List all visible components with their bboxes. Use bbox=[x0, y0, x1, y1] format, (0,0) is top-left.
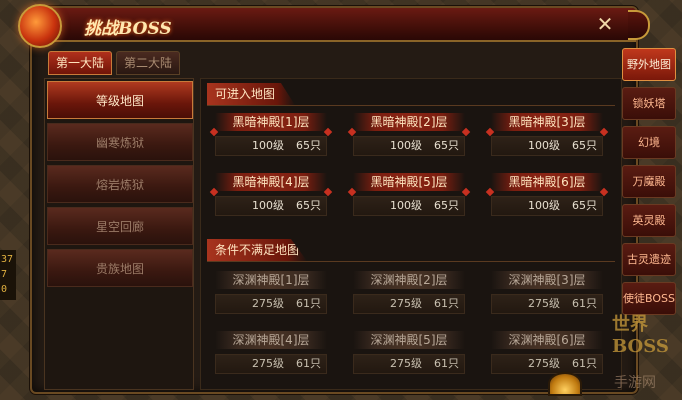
map-name: 深渊神殿[1]层 bbox=[215, 271, 327, 289]
map-name: 黑暗神殿[2]层 bbox=[353, 113, 465, 131]
map-name: 黑暗神殿[1]层 bbox=[215, 113, 327, 131]
map-card[interactable]: 深渊神殿[4]层 275级 61只 bbox=[207, 329, 335, 379]
map-name: 黑暗神殿[3]层 bbox=[491, 113, 603, 131]
map-boss-count: 65只 bbox=[296, 139, 321, 152]
gem-icon bbox=[461, 187, 471, 197]
nav-item-illusion[interactable]: 幻境 bbox=[622, 126, 676, 159]
map-boss-count: 61只 bbox=[572, 357, 597, 370]
map-stats: 100级 65只 bbox=[215, 136, 327, 156]
map-name: 黑暗神殿[6]层 bbox=[491, 173, 603, 191]
hud-number: 7 bbox=[1, 269, 8, 280]
map-level: 100级 bbox=[252, 199, 284, 212]
map-name: 深渊神殿[2]层 bbox=[353, 271, 465, 289]
map-level: 100级 bbox=[390, 199, 422, 212]
map-card[interactable]: 黑暗神殿[4]层 100级 65只 bbox=[207, 171, 335, 221]
map-level: 275级 bbox=[252, 357, 284, 370]
nav-item-demon-hall[interactable]: 万魔殿 bbox=[622, 165, 676, 198]
map-level: 275级 bbox=[252, 297, 284, 310]
section-divider bbox=[207, 261, 615, 262]
close-button[interactable]: ✕ bbox=[592, 13, 618, 37]
map-stats: 275级 61只 bbox=[215, 294, 327, 314]
map-name: 深渊神殿[4]层 bbox=[215, 331, 327, 349]
map-level: 275级 bbox=[390, 357, 422, 370]
section-title-locked: 条件不满足地图 bbox=[207, 239, 307, 261]
map-stats: 100级 65只 bbox=[215, 196, 327, 216]
map-stats: 100级 65只 bbox=[353, 196, 465, 216]
map-category-sidebar: 等级地图 幽寒炼狱 熔岩炼狱 星空回廊 贵族地图 bbox=[44, 78, 194, 390]
map-level: 100级 bbox=[528, 139, 560, 152]
tab-continent-1[interactable]: 第一大陆 bbox=[48, 51, 112, 75]
tab-continent-2[interactable]: 第二大陆 bbox=[116, 51, 180, 75]
sidebar-item-noble-maps[interactable]: 贵族地图 bbox=[47, 249, 193, 287]
hud-left-counter: 37 7 0 bbox=[0, 250, 16, 300]
window-title: 挑战BOSS bbox=[84, 19, 172, 39]
gem-icon bbox=[599, 187, 609, 197]
nav-item-field-maps[interactable]: 野外地图 bbox=[622, 48, 676, 81]
map-boss-count: 61只 bbox=[434, 357, 459, 370]
map-name: 深渊神殿[3]层 bbox=[491, 271, 603, 289]
section-divider bbox=[207, 105, 615, 106]
map-stats: 275级 61只 bbox=[353, 294, 465, 314]
nav-item-hero-hall[interactable]: 英灵殿 bbox=[622, 204, 676, 237]
map-stats: 275级 61只 bbox=[215, 354, 327, 374]
site-watermark: 手游网 bbox=[614, 375, 656, 391]
section-title-enterable: 可进入地图 bbox=[207, 83, 295, 105]
map-stats: 275级 61只 bbox=[353, 354, 465, 374]
map-card[interactable]: 黑暗神殿[2]层 100级 65只 bbox=[345, 111, 473, 161]
map-stats: 100级 65只 bbox=[491, 196, 603, 216]
sidebar-item-lava-purgatory[interactable]: 熔岩炼狱 bbox=[47, 165, 193, 203]
hud-number: 37 bbox=[1, 254, 14, 265]
nav-item-demon-tower[interactable]: 锁妖塔 bbox=[622, 87, 676, 120]
map-card[interactable]: 黑暗神殿[6]层 100级 65只 bbox=[483, 171, 611, 221]
gem-icon bbox=[599, 127, 609, 137]
map-card[interactable]: 黑暗神殿[5]层 100级 65只 bbox=[345, 171, 473, 221]
map-card[interactable]: 深渊神殿[3]层 275级 61只 bbox=[483, 269, 611, 319]
map-level: 100级 bbox=[252, 139, 284, 152]
map-boss-count: 65只 bbox=[434, 139, 459, 152]
hud-number: 0 bbox=[1, 284, 8, 295]
map-card[interactable]: 深渊神殿[6]层 275级 61只 bbox=[483, 329, 611, 379]
map-boss-count: 61只 bbox=[296, 357, 321, 370]
map-stats: 275级 61只 bbox=[491, 294, 603, 314]
map-card[interactable]: 黑暗神殿[3]层 100级 65只 bbox=[483, 111, 611, 161]
map-name: 深渊神殿[5]层 bbox=[353, 331, 465, 349]
map-boss-count: 65只 bbox=[296, 199, 321, 212]
map-boss-count: 65只 bbox=[572, 139, 597, 152]
gem-icon bbox=[461, 127, 471, 137]
map-level: 275级 bbox=[390, 297, 422, 310]
map-boss-count: 61只 bbox=[572, 297, 597, 310]
sidebar-item-frost-purgatory[interactable]: 幽寒炼狱 bbox=[47, 123, 193, 161]
map-boss-count: 65只 bbox=[572, 199, 597, 212]
world-boss-watermark: 世界BOSS bbox=[612, 314, 669, 357]
map-stats: 100级 65只 bbox=[353, 136, 465, 156]
gem-icon bbox=[323, 187, 333, 197]
map-card[interactable]: 黑暗神殿[1]层 100级 65只 bbox=[207, 111, 335, 161]
map-level: 275级 bbox=[528, 357, 560, 370]
map-level: 100级 bbox=[390, 139, 422, 152]
sidebar-item-level-maps[interactable]: 等级地图 bbox=[47, 81, 193, 119]
map-name: 黑暗神殿[5]层 bbox=[353, 173, 465, 191]
map-level: 100级 bbox=[528, 199, 560, 212]
map-card[interactable]: 深渊神殿[1]层 275级 61只 bbox=[207, 269, 335, 319]
map-stats: 275级 61只 bbox=[491, 354, 603, 374]
corner-badge-icon bbox=[548, 372, 582, 396]
map-name: 黑暗神殿[4]层 bbox=[215, 173, 327, 191]
map-level: 275级 bbox=[528, 297, 560, 310]
continent-tabs: 第一大陆 第二大陆 bbox=[48, 51, 180, 75]
map-stats: 100级 65只 bbox=[491, 136, 603, 156]
map-card[interactable]: 深渊神殿[5]层 275级 61只 bbox=[345, 329, 473, 379]
gem-icon bbox=[323, 127, 333, 137]
nav-item-ancient-ruins[interactable]: 古灵遗迹 bbox=[622, 243, 676, 276]
fire-orb-icon bbox=[18, 4, 62, 48]
window-titlebar: 挑战BOSS ✕ bbox=[18, 4, 650, 48]
map-boss-count: 61只 bbox=[296, 297, 321, 310]
boss-challenge-window: 挑战BOSS ✕ 第一大陆 第二大陆 等级地图 幽寒炼狱 熔岩炼狱 星空回廊 贵… bbox=[18, 4, 650, 394]
map-list-panel: 可进入地图 黑暗神殿[1]层 100级 65只 黑暗神殿[2]层 100级 65… bbox=[200, 78, 622, 390]
map-name: 深渊神殿[6]层 bbox=[491, 331, 603, 349]
map-boss-count: 61只 bbox=[434, 297, 459, 310]
map-card[interactable]: 深渊神殿[2]层 275级 61只 bbox=[345, 269, 473, 319]
sidebar-item-starry-corridor[interactable]: 星空回廊 bbox=[47, 207, 193, 245]
map-boss-count: 65只 bbox=[434, 199, 459, 212]
